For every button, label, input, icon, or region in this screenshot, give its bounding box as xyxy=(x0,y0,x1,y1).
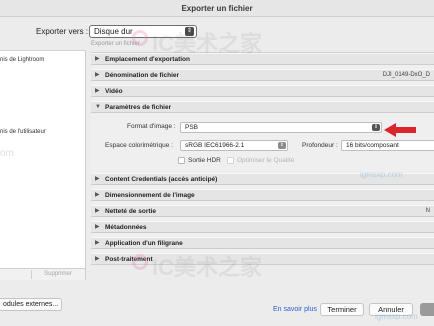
select-arrows-icon: ⇕ xyxy=(372,124,380,131)
section-title: Vidéo xyxy=(105,88,123,95)
preset-group-user[interactable]: nis de l'utilisateur xyxy=(0,129,46,135)
depth-value: 16 bits/composant xyxy=(346,142,399,149)
window-title: Exporter un fichier xyxy=(0,0,434,17)
section-title: Netteté de sortie xyxy=(105,208,156,215)
disclosure-right-icon: ▶ xyxy=(95,192,100,198)
export-to-value: Disque dur xyxy=(94,27,133,36)
colorspace-label: Espace colorimétrique : xyxy=(105,142,173,149)
section-title: Application d'un filigrane xyxy=(105,240,183,247)
section-title: Paramètres de fichier xyxy=(105,104,172,111)
section-output-sharpening[interactable]: ▶ Netteté de sortie N xyxy=(91,205,434,217)
section-file-settings[interactable]: ▼ Paramètres de fichier xyxy=(91,101,434,113)
format-select[interactable]: PSB ⇕ xyxy=(180,122,382,133)
select-arrows-icon: ⇕ xyxy=(278,142,286,149)
preset-list: nis de Lightroom nis de l'utilisateur xyxy=(0,50,86,268)
export-settings-panel: ▶ Emplacement d'exportation ▶ Dénominati… xyxy=(91,52,434,265)
section-post-processing[interactable]: ▶ Post-traitement xyxy=(91,253,434,265)
format-label: Format d'image : xyxy=(127,123,176,130)
section-export-location[interactable]: ▶ Emplacement d'exportation xyxy=(91,53,434,65)
depth-label: Profondeur : xyxy=(302,142,338,149)
section-title: Dénomination de fichier xyxy=(105,72,180,79)
optimize-label: Optimiser le Qualité xyxy=(237,157,295,164)
export-to-select[interactable]: Disque dur ⇕ xyxy=(89,25,197,38)
section-title: Métadonnées xyxy=(105,224,147,231)
preset-sidebar: nis de Lightroom nis de l'utilisateur Su… xyxy=(0,17,86,326)
section-metadata[interactable]: ▶ Métadonnées xyxy=(91,221,434,233)
section-title: Post-traitement xyxy=(105,256,153,263)
section-title: Content Credentials (accès anticipé) xyxy=(105,176,218,183)
disclosure-right-icon: ▶ xyxy=(95,240,100,246)
disclosure-right-icon: ▶ xyxy=(95,224,100,230)
remove-preset-button[interactable]: Supprimer xyxy=(31,270,84,279)
disclosure-down-icon: ▼ xyxy=(95,104,101,110)
section-summary: DJI_0149-DxO_D xyxy=(382,72,430,78)
disclosure-right-icon: ▶ xyxy=(95,72,100,78)
hdr-label: Sortie HDR xyxy=(188,157,221,164)
section-content-credentials[interactable]: ▶ Content Credentials (accès anticipé) xyxy=(91,173,434,185)
select-arrows-icon: ⇕ xyxy=(185,27,194,36)
colorspace-select[interactable]: sRGB IEC61966-2.1 ⇕ xyxy=(180,140,288,151)
section-title: Dimensionnement de l'image xyxy=(105,192,195,199)
hdr-checkbox[interactable] xyxy=(178,157,185,164)
preset-group-lightroom[interactable]: nis de Lightroom xyxy=(0,57,44,63)
depth-select[interactable]: 16 bits/composant xyxy=(341,140,434,151)
colorspace-value: sRGB IEC61966-2.1 xyxy=(185,142,245,149)
section-watermark[interactable]: ▶ Application d'un filigrane xyxy=(91,237,434,249)
disclosure-right-icon: ▶ xyxy=(95,88,100,94)
section-file-naming[interactable]: ▶ Dénomination de fichier DJI_0149-DxO_D xyxy=(91,69,434,81)
done-button[interactable]: Terminer xyxy=(320,303,364,316)
optimize-checkbox[interactable] xyxy=(227,157,234,164)
disclosure-right-icon: ▶ xyxy=(95,176,100,182)
section-summary: N xyxy=(425,208,430,214)
section-video[interactable]: ▶ Vidéo xyxy=(91,85,434,97)
learn-more-link[interactable]: En savoir plus xyxy=(273,306,317,313)
format-value: PSB xyxy=(185,124,199,131)
preset-list-footer: Supprimer xyxy=(0,268,86,280)
disclosure-right-icon: ▶ xyxy=(95,56,100,62)
export-button[interactable] xyxy=(420,303,434,316)
export-to-label: Exporter vers : xyxy=(36,27,89,36)
section-title: Emplacement d'exportation xyxy=(105,56,190,63)
cancel-button[interactable]: Annuler xyxy=(369,303,413,316)
disclosure-right-icon: ▶ xyxy=(95,208,100,214)
section-image-sizing[interactable]: ▶ Dimensionnement de l'image xyxy=(91,189,434,201)
external-modules-button[interactable]: odules externes... xyxy=(0,298,62,311)
disclosure-right-icon: ▶ xyxy=(95,256,100,262)
red-arrow-icon xyxy=(384,123,416,137)
export-hint: Exporter un fichier xyxy=(91,41,140,47)
